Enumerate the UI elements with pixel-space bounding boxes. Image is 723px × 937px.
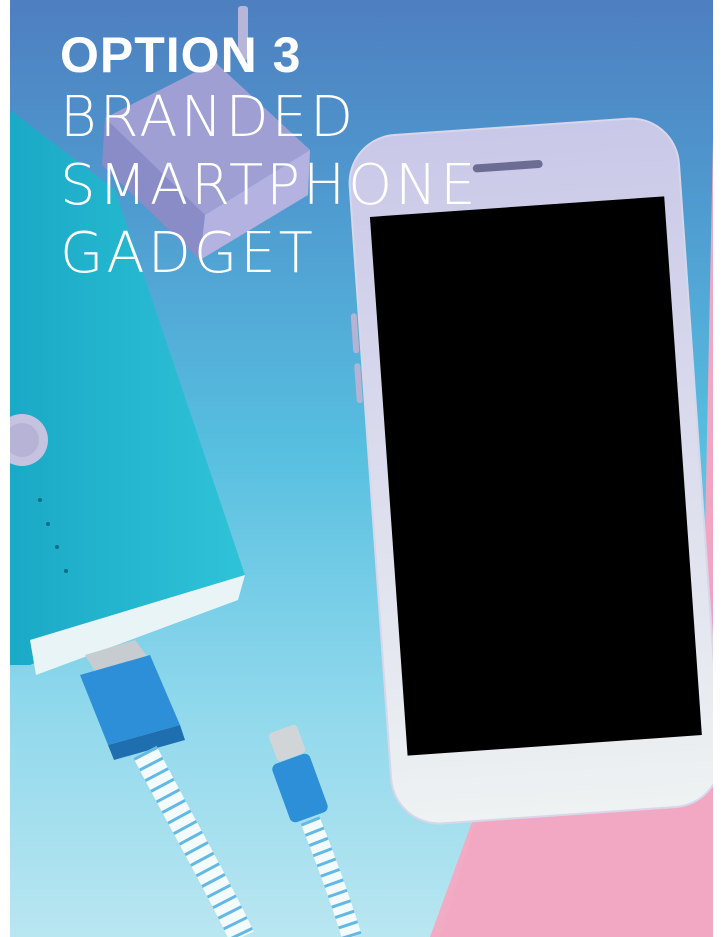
title-line-2: SMARTPHONE [60,153,479,218]
micro-usb-cable [268,724,362,937]
slide: OPTION 3 BRANDED SMARTPHONE GADGET [0,0,723,937]
title-line-3: GADGET [60,221,316,286]
headline: OPTION 3 BRANDED SMARTPHONE GADGET [60,26,478,288]
kicker-text: OPTION 3 [60,27,302,83]
title-line-1: BRANDED [60,85,357,150]
usb-cable [80,640,254,937]
background-photo: OPTION 3 BRANDED SMARTPHONE GADGET [10,0,713,937]
